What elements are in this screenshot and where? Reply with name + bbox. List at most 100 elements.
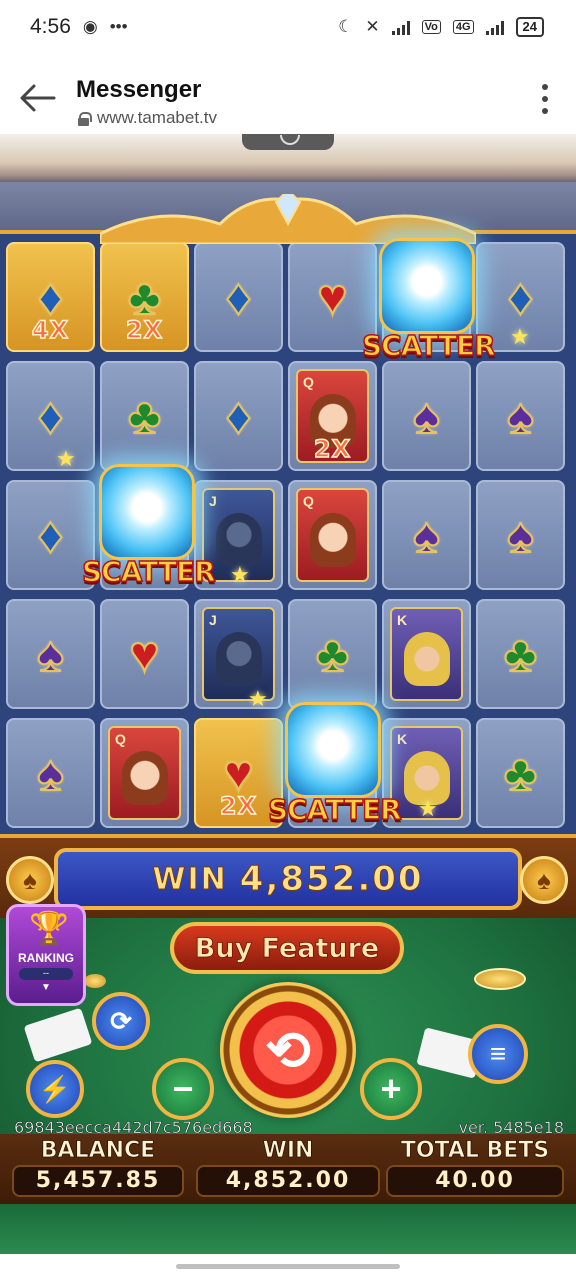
browser-header: Messenger www.tamabet.tv (0, 54, 576, 134)
diamond-symbol-icon: ♦ (37, 269, 64, 325)
plus-icon: + (380, 1068, 402, 1109)
signal-icon-2 (485, 19, 504, 35)
sparkle-icon: ★ (418, 796, 438, 821)
heart-symbol-icon: ♥ (129, 626, 161, 682)
win-amount: 4,852.00 (239, 859, 424, 900)
lock-icon (78, 111, 92, 126)
balance-label: BALANCE (40, 1138, 156, 1164)
session-hash: 69843eecca442d7c576ed668 (14, 1118, 253, 1138)
casino-chip-icon (84, 974, 106, 988)
url-text: www.tamabet.tv (97, 108, 217, 127)
king-portrait-icon (403, 631, 450, 686)
club-symbol-icon: ♣ (315, 626, 350, 682)
queen-card-symbol: Q (296, 488, 369, 582)
sparkle-icon: ★ (230, 562, 250, 587)
spade-medal-icon: ♠ (6, 856, 54, 904)
scatter-label: SCATTER (81, 554, 216, 589)
card-rank-icon: Q (115, 731, 126, 747)
club-symbol-icon: ♣ (127, 269, 162, 325)
pull-tab-icon[interactable] (242, 134, 334, 150)
multiplier-badge: 4X (31, 315, 70, 345)
card-rank-icon: Q (303, 374, 314, 390)
diamond-symbol-icon: ♦ (37, 388, 64, 444)
card-rank-icon: K (397, 612, 408, 628)
card-rank-icon: J (209, 612, 217, 628)
reel-cell: ♣ (100, 361, 189, 471)
multiplier-badge: 2X (125, 315, 164, 345)
balance-value: 5,457.85 (12, 1165, 184, 1197)
heart-symbol-icon: ♥ (223, 745, 255, 801)
club-symbol-icon: ♣ (127, 388, 162, 444)
reel-cell: ♣ (476, 718, 565, 828)
autoplay-button[interactable]: ⟳ (92, 992, 150, 1050)
spade-symbol-icon: ♠ (36, 745, 65, 801)
diamond-gem-icon (379, 238, 475, 334)
win-stat-label: WIN (262, 1138, 314, 1164)
diamond-symbol-icon: ♦ (37, 507, 64, 563)
jack-portrait-icon (215, 631, 262, 686)
win-display: WIN 4,852.00 (54, 848, 522, 910)
scatter-symbol: SCATTER (361, 230, 497, 370)
reel-cell: J (194, 599, 283, 709)
queen-portrait-icon (121, 750, 168, 805)
scatter-label: SCATTER (361, 328, 496, 363)
autoplay-icon: ⟳ (110, 1005, 132, 1036)
reel-cell: Q (288, 480, 377, 590)
queen-portrait-icon (309, 512, 356, 567)
multiplier-badge: 2X (313, 434, 352, 464)
game-canvas[interactable]: ♦ 4X ♣ 2X ♦ ♥ ♦ ♦ ♣ ♦ Q 2X ♠ ♠ ♦ J Q ♠ ♠ ♠ ♥ J ♣ K ♣ ♠ Q ♥ 2X K ♣ SCAT… (0, 134, 576, 1254)
status-bar: 4:56 ◉ ••• ☾ ✕ Vo 4G 24 (0, 0, 576, 54)
home-indicator[interactable] (176, 1264, 400, 1269)
win-stat: WIN 4,852.00 (196, 1138, 380, 1197)
heart-symbol-icon: ♥ (317, 269, 349, 325)
reel-cell: ♠ (382, 480, 471, 590)
reel-cell: ♠ (6, 718, 95, 828)
version-label: ver. 5485e18 (458, 1118, 564, 1138)
reel-cell: ♦ (194, 242, 283, 352)
reel-cell: ♠ (6, 599, 95, 709)
reel-cell: ♠ (382, 361, 471, 471)
win-banner: ♠ WIN 4,852.00 ♠ (0, 838, 576, 918)
spade-symbol-icon: ♠ (412, 507, 441, 563)
total-bets-label: TOTAL BETS (400, 1138, 550, 1164)
total-bets-value: 40.00 (386, 1165, 564, 1197)
scatter-symbol: SCATTER (81, 456, 217, 596)
reel-cell: Q 2X (288, 361, 377, 471)
minus-icon: − (172, 1068, 194, 1109)
game-menu-button[interactable]: ≡ (468, 1024, 528, 1084)
buy-feature-button[interactable]: Buy Feature (170, 922, 404, 974)
diamond-gem-icon (99, 464, 195, 560)
table-bottom (0, 1204, 576, 1254)
queen-card-symbol: Q (108, 726, 181, 820)
spade-symbol-icon: ♠ (412, 388, 441, 444)
reel-cell: ♦ (194, 361, 283, 471)
decrease-bet-button[interactable]: − (152, 1058, 214, 1120)
sparkle-icon: ★ (248, 686, 268, 711)
reel-cell: ♣ 2X (100, 242, 189, 352)
battery-indicator: 24 (515, 17, 544, 37)
browser-title: Messenger (76, 76, 202, 103)
ranking-value: -- (19, 968, 73, 980)
info-bar: BALANCE 5,457.85 WIN 4,852.00 TOTAL BETS… (0, 1134, 576, 1204)
ranking-button[interactable]: 🏆 RANKING -- ▼ (6, 904, 86, 1006)
trophy-icon: 🏆 (29, 910, 69, 946)
network-type: 4G (452, 20, 474, 34)
messenger-icon: ◉ (82, 17, 98, 36)
card-rank-icon: Q (303, 493, 314, 509)
sparkle-icon: ★ (56, 446, 76, 471)
reel-cell: ♣ (476, 599, 565, 709)
increase-bet-button[interactable]: + (360, 1058, 422, 1120)
more-menu-icon[interactable] (542, 84, 548, 114)
signal-icon (391, 19, 410, 35)
lightning-icon: ⚡ (38, 1073, 72, 1104)
back-arrow-icon[interactable] (18, 82, 58, 114)
spin-arrows-icon: ⟲ (265, 1020, 311, 1081)
vibrate-off-icon: ✕ (365, 17, 380, 36)
win-label: WIN (152, 861, 228, 897)
diamond-gem-icon (285, 702, 381, 798)
reel-cell: ♦ 4X (6, 242, 95, 352)
spin-button[interactable]: ⟲ (220, 982, 356, 1118)
card-rank-icon: K (397, 731, 408, 747)
turbo-button[interactable]: ⚡ (26, 1060, 84, 1118)
king-card-symbol: K (390, 607, 463, 701)
